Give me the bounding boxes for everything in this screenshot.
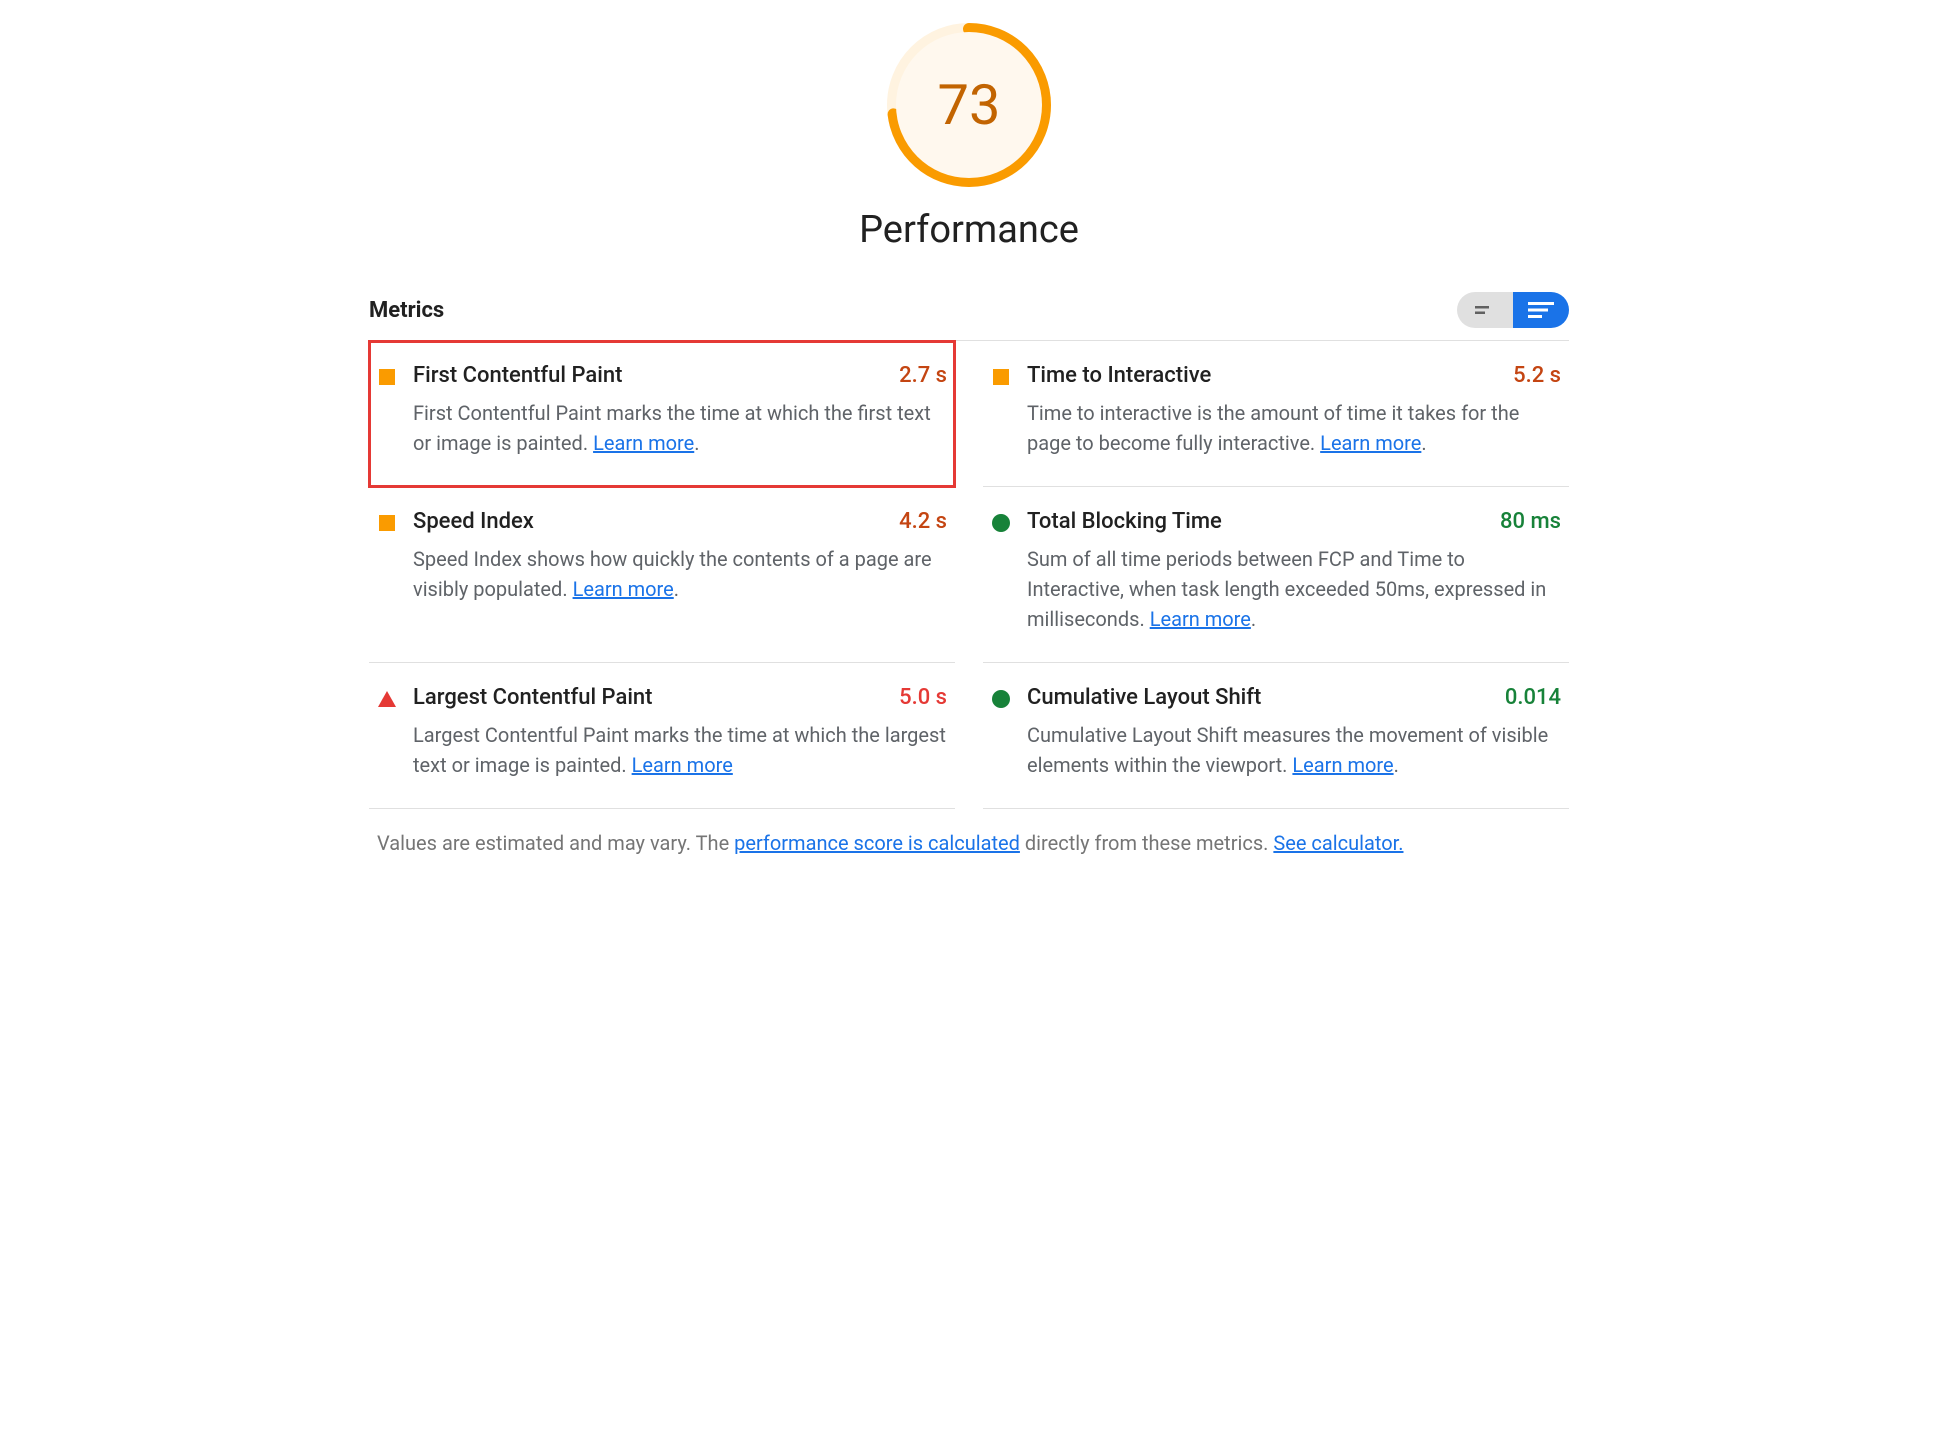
- learn-more-link[interactable]: Learn more: [593, 431, 694, 455]
- metric-description: Speed Index shows how quickly the conten…: [413, 544, 947, 604]
- triangle-icon: [377, 689, 397, 709]
- metric-description: Sum of all time periods between FCP and …: [1027, 544, 1561, 634]
- metric-description: Largest Contentful Paint marks the time …: [413, 720, 947, 780]
- view-toggle: [1457, 292, 1569, 328]
- metric-2: Speed Index 4.2 s Speed Index shows how qu…: [369, 487, 955, 663]
- square-icon: [991, 367, 1011, 387]
- expand-icon: [1528, 301, 1554, 319]
- metric-value: 5.2 s: [1513, 363, 1561, 388]
- score-gauge: 73: [884, 20, 1054, 190]
- footnote-text-2: directly from these metrics.: [1020, 831, 1273, 855]
- metric-name: Total Blocking Time: [1027, 509, 1222, 534]
- metric-value: 2.7 s: [899, 363, 947, 388]
- metric-value: 80 ms: [1500, 509, 1561, 534]
- circle-icon: [991, 513, 1011, 533]
- square-icon: [377, 367, 397, 387]
- expand-view-button[interactable]: [1513, 292, 1569, 328]
- learn-more-link[interactable]: Learn more: [1320, 431, 1421, 455]
- status-icon: [377, 689, 397, 709]
- metric-description: Cumulative Layout Shift measures the mov…: [1027, 720, 1561, 780]
- metric-description: Time to interactive is the amount of tim…: [1027, 398, 1561, 458]
- section-title: Performance: [859, 208, 1079, 252]
- metric-3: Total Blocking Time 80 ms Sum of all time …: [983, 487, 1569, 663]
- learn-more-link[interactable]: Learn more: [1292, 753, 1393, 777]
- metric-description: First Contentful Paint marks the time at…: [413, 398, 947, 458]
- performance-gauge-section: 73 Performance: [369, 20, 1569, 252]
- learn-more-link[interactable]: Learn more: [1150, 607, 1251, 631]
- calc-link[interactable]: performance score is calculated: [734, 831, 1020, 855]
- score-value: 73: [938, 72, 1001, 138]
- status-icon: [991, 513, 1011, 533]
- metric-name: Time to Interactive: [1027, 363, 1211, 388]
- footnote-text: Values are estimated and may vary. The: [377, 831, 734, 855]
- metric-1: Time to Interactive 5.2 s Time to interact…: [983, 341, 1569, 487]
- metric-5: Cumulative Layout Shift 0.014 Cumulative L…: [983, 663, 1569, 809]
- metric-name: Largest Contentful Paint: [413, 685, 653, 710]
- metric-value: 4.2 s: [899, 509, 947, 534]
- metric-name: First Contentful Paint: [413, 363, 622, 388]
- metric-value: 0.014: [1505, 685, 1561, 710]
- square-icon: [377, 513, 397, 533]
- learn-more-link[interactable]: Learn more: [632, 753, 733, 777]
- metric-value: 5.0 s: [899, 685, 947, 710]
- metrics-heading: Metrics: [369, 298, 444, 323]
- metric-4: Largest Contentful Paint 5.0 s Largest Con…: [369, 663, 955, 809]
- learn-more-link[interactable]: Learn more: [573, 577, 674, 601]
- metric-name: Speed Index: [413, 509, 534, 534]
- status-icon: [377, 367, 397, 387]
- metric-name: Cumulative Layout Shift: [1027, 685, 1261, 710]
- metric-0: First Contentful Paint 2.7 s First Content…: [369, 341, 955, 487]
- collapse-icon: [1475, 303, 1495, 317]
- footnote: Values are estimated and may vary. The p…: [369, 809, 1569, 855]
- circle-icon: [991, 689, 1011, 709]
- status-icon: [991, 689, 1011, 709]
- see-calculator-link[interactable]: See calculator.: [1273, 831, 1403, 855]
- status-icon: [377, 513, 397, 533]
- status-icon: [991, 367, 1011, 387]
- collapse-view-button[interactable]: [1457, 292, 1513, 328]
